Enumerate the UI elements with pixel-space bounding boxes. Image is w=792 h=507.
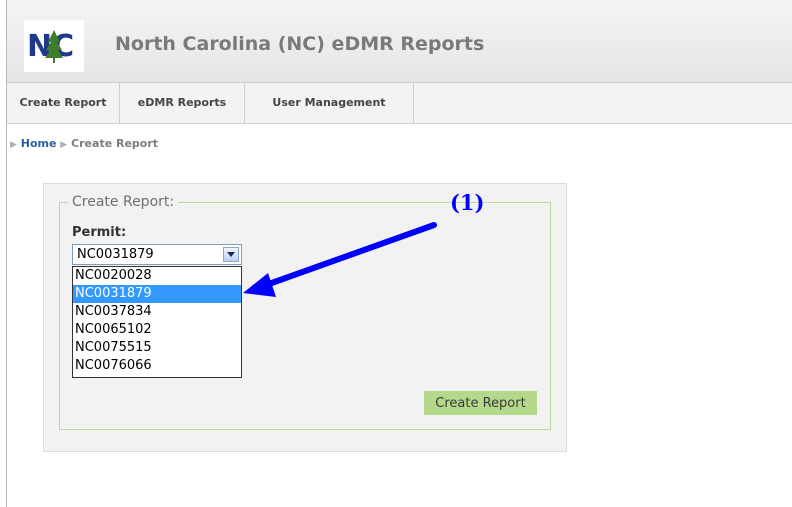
nc-logo: NC bbox=[24, 20, 84, 72]
tab-create-report[interactable]: Create Report bbox=[7, 83, 120, 123]
main-nav: Create Report eDMR Reports User Manageme… bbox=[7, 83, 792, 124]
breadcrumb-arrow-icon: ▶ bbox=[60, 140, 68, 150]
breadcrumb-home-link[interactable]: Home bbox=[21, 137, 57, 150]
permit-label: Permit: bbox=[72, 225, 127, 240]
breadcrumb-current: Create Report bbox=[71, 137, 159, 150]
app-header: NC North Carolina (NC) eDMR Reports bbox=[7, 0, 792, 83]
breadcrumb: ▶ Home ▶ Create Report bbox=[10, 137, 158, 150]
permit-option[interactable]: NC0076066 bbox=[73, 357, 241, 375]
annotation-label: (1) bbox=[450, 190, 485, 215]
create-report-button[interactable]: Create Report bbox=[424, 391, 537, 415]
tab-user-management[interactable]: User Management bbox=[245, 83, 414, 123]
app-title: North Carolina (NC) eDMR Reports bbox=[115, 33, 485, 55]
breadcrumb-arrow-icon: ▶ bbox=[10, 140, 17, 150]
permit-select[interactable]: NC0031879 bbox=[72, 244, 242, 265]
permit-option[interactable]: NC0075515 bbox=[73, 339, 241, 357]
permit-option[interactable]: NC0020028 bbox=[73, 267, 241, 285]
chevron-down-icon[interactable] bbox=[223, 247, 239, 262]
tab-edmr-reports[interactable]: eDMR Reports bbox=[120, 83, 245, 123]
permit-option-highlighted[interactable]: NC0031879 bbox=[73, 285, 241, 303]
fieldset-legend: Create Report: bbox=[68, 194, 179, 210]
permit-option[interactable]: NC0037834 bbox=[73, 303, 241, 321]
permit-dropdown-list: NC0020028 NC0031879 NC0037834 NC0065102 … bbox=[72, 266, 242, 378]
permit-option[interactable]: NC0065102 bbox=[73, 321, 241, 339]
permit-select-value: NC0031879 bbox=[77, 247, 154, 262]
